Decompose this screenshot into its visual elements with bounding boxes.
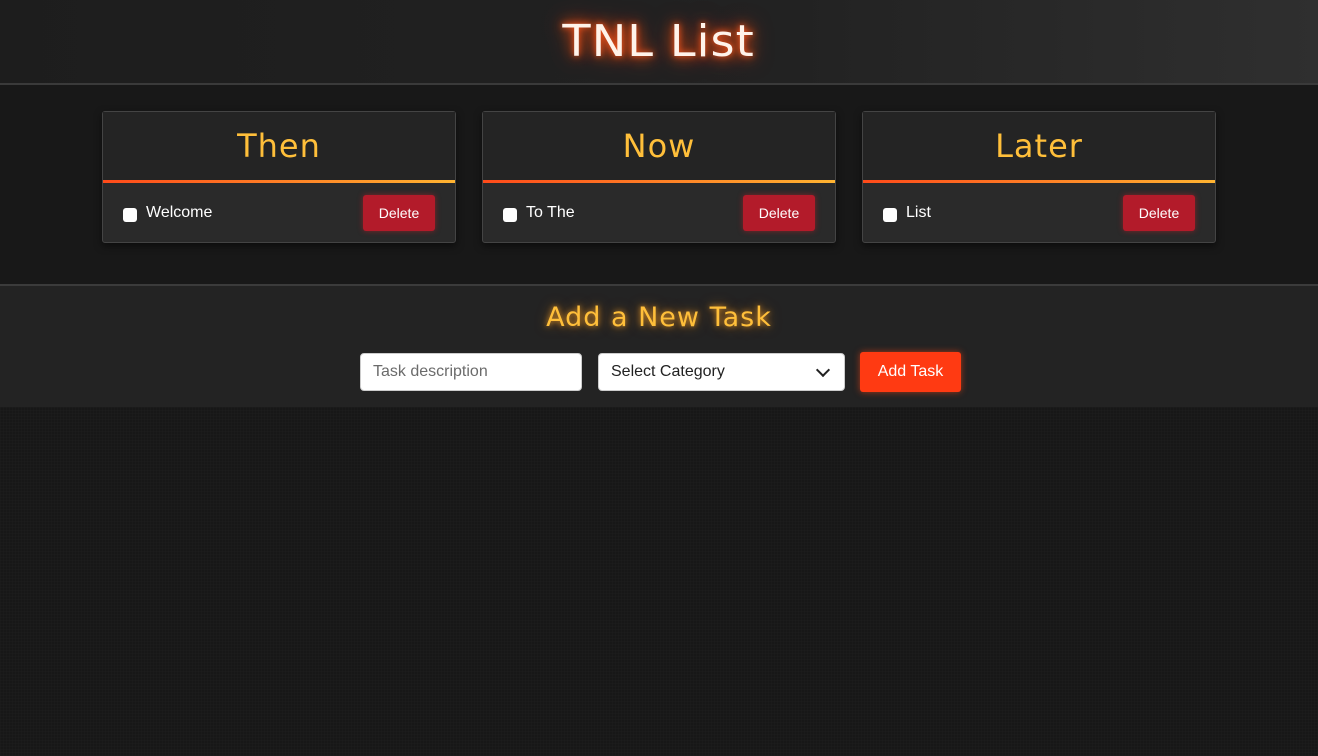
- column-header: Now: [483, 112, 835, 183]
- category-select[interactable]: Select Category: [598, 353, 845, 391]
- chevron-down-icon: [815, 362, 831, 377]
- task-checkbox[interactable]: [883, 208, 897, 222]
- column-now: Now To The Delete: [482, 111, 836, 243]
- task-checkbox[interactable]: [123, 208, 137, 222]
- columns-area: Then Welcome Delete Now To The Delete La…: [0, 85, 1318, 284]
- task-text: To The: [526, 204, 575, 221]
- task-checkbox[interactable]: [503, 208, 517, 222]
- task-item: To The Delete: [483, 183, 835, 243]
- delete-button[interactable]: Delete: [363, 195, 435, 231]
- category-select-value: Select Category: [611, 363, 725, 380]
- column-then: Then Welcome Delete: [102, 111, 456, 243]
- task-text: List: [906, 204, 931, 221]
- add-task-section: Add a New Task Task description Select C…: [0, 284, 1318, 407]
- task-description-input[interactable]: Task description: [360, 353, 582, 391]
- column-header: Then: [103, 112, 455, 183]
- add-task-button[interactable]: Add Task: [860, 352, 961, 392]
- app-title: TNL List: [562, 16, 756, 67]
- task-item: Welcome Delete: [103, 183, 455, 243]
- column-later: Later List Delete: [862, 111, 1216, 243]
- add-task-title: Add a New Task: [546, 302, 772, 333]
- app-header: TNL List: [0, 0, 1318, 85]
- task-description-placeholder: Task description: [373, 363, 488, 380]
- delete-button[interactable]: Delete: [743, 195, 815, 231]
- column-header: Later: [863, 112, 1215, 183]
- task-item: List Delete: [863, 183, 1215, 243]
- column-title: Then: [237, 127, 321, 165]
- task-text: Welcome: [146, 204, 213, 221]
- delete-button[interactable]: Delete: [1123, 195, 1195, 231]
- column-title: Now: [622, 127, 696, 165]
- column-title: Later: [995, 127, 1083, 165]
